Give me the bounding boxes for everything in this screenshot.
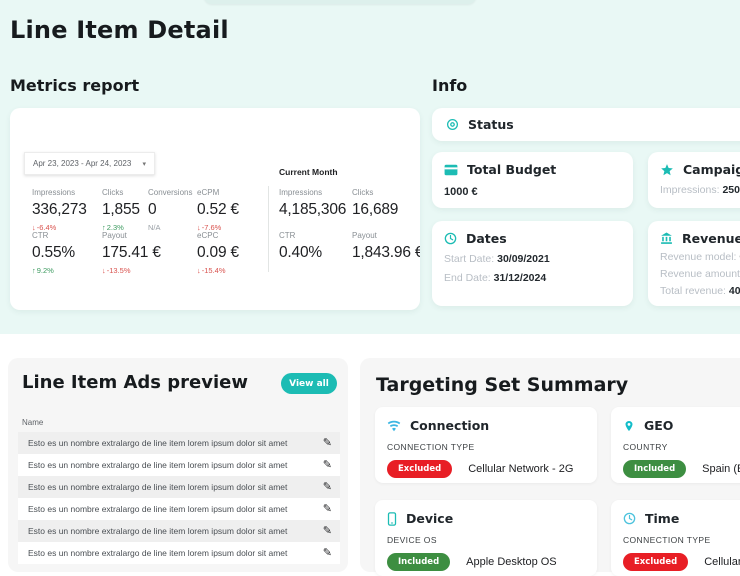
edit-icon[interactable]: ✎ — [323, 459, 332, 471]
campaign-goal-label: Impressions: — [660, 184, 723, 196]
time-title: Time — [645, 511, 680, 526]
stat-impressions: Impressions 336,273 ↓-6.4% — [32, 188, 87, 232]
clock-icon — [623, 512, 636, 525]
end-date-label: End Date: — [444, 272, 494, 284]
total-budget-title: Total Budget — [467, 162, 557, 177]
current-month-impressions: Impressions 4,185,306 — [279, 188, 347, 218]
line-item-row: Esto es un nombre extralargo de line ite… — [18, 498, 340, 520]
name-column-header: Name — [22, 418, 44, 427]
stat-payout: Payout 175.41 € ↓-13.5% — [102, 231, 161, 275]
targeting-card-connection: Connection CONNECTION TYPE Excluded Cell… — [375, 407, 597, 483]
total-budget-value: 1000 € — [444, 186, 478, 198]
phone-icon — [387, 511, 397, 526]
top-edge-cutoff-element — [204, 0, 476, 4]
total-revenue-label: Total revenue: — [660, 285, 729, 297]
start-date-value: 30/09/2021 — [497, 253, 550, 265]
current-month-label: Current Month — [279, 167, 338, 177]
geo-value: Spain (ES) — [702, 463, 740, 475]
line-item-row: Esto es un nombre extralargo de line ite… — [18, 476, 340, 498]
edit-icon[interactable]: ✎ — [323, 503, 332, 515]
line-item-row: Esto es un nombre extralargo de line ite… — [18, 542, 340, 564]
revenue-amount-label: Revenue amount: — [660, 268, 740, 280]
time-field-label: CONNECTION TYPE — [623, 535, 711, 545]
campaign-goal-card: Campaign goal Impressions: 250.000.000 — [648, 152, 740, 208]
edit-icon[interactable]: ✎ — [323, 525, 332, 537]
top-section: Line Item Detail Metrics report Info Apr… — [0, 0, 740, 334]
geo-title: GEO — [644, 418, 674, 433]
total-budget-card: Total Budget 1000 € — [432, 152, 633, 208]
targeting-card-device: Device DEVICE OS Included Apple Desktop … — [375, 500, 597, 576]
metrics-report-card: Apr 23, 2023 - Apr 24, 2023 ▾ Impression… — [10, 108, 420, 310]
stat-ecpc: eCPC 0.09 € ↓-15.4% — [197, 231, 239, 275]
star-icon — [661, 163, 673, 175]
current-month-clicks: Clicks 16,689 — [352, 188, 399, 218]
targeting-summary-card: Targeting Set Summary Connection CONNECT… — [360, 358, 740, 576]
revenue-model-label: Revenue model: — [660, 251, 740, 263]
map-pin-icon — [625, 420, 633, 431]
chevron-down-icon: ▾ — [142, 160, 146, 168]
stat-conversions: Conversions 0 N/A — [148, 188, 193, 232]
status-icon — [446, 118, 459, 131]
clock-icon — [444, 232, 457, 245]
current-month-ctr: CTR 0.40% — [279, 231, 322, 261]
down-arrow-icon: ↓ — [102, 266, 106, 275]
stat-clicks: Clicks 1,855 ↑2.3% — [102, 188, 140, 232]
device-field-label: DEVICE OS — [387, 535, 437, 545]
down-arrow-icon: ↓ — [197, 266, 201, 275]
start-date-label: Start Date: — [444, 253, 498, 265]
targeting-summary-title: Targeting Set Summary — [376, 374, 629, 396]
device-title: Device — [406, 511, 454, 526]
up-arrow-icon: ↑ — [32, 266, 36, 275]
line-item-row: Esto es un nombre extralargo de line ite… — [18, 454, 340, 476]
targeting-card-time: Time CONNECTION TYPE Excluded Cellular N… — [611, 500, 740, 576]
excluded-badge: Excluded — [623, 553, 689, 571]
metrics-section-title: Metrics report — [10, 76, 140, 95]
connection-value: Cellular Network - 2G — [468, 463, 574, 475]
line-item-row: Esto es un nombre extralargo de line ite… — [18, 432, 340, 454]
budget-icon — [444, 164, 458, 175]
info-section-title: Info — [432, 76, 468, 95]
stat-ecpm: eCPM 0.52 € ↓-7.6% — [197, 188, 239, 232]
dates-title: Dates — [466, 231, 507, 246]
wifi-icon — [387, 420, 401, 431]
ads-preview-title: Line Item Ads preview — [22, 372, 248, 393]
end-date-value: 31/12/2024 — [493, 272, 547, 284]
campaign-goal-title: Campaign goal — [683, 162, 740, 177]
vertical-divider — [268, 186, 269, 272]
line-item-row: Esto es un nombre extralargo de line ite… — [18, 520, 340, 542]
ads-preview-card: Line Item Ads preview View all Name Esto… — [8, 358, 348, 572]
current-month-payout: Payout 1,843.96 € — [352, 231, 420, 261]
date-range-select[interactable]: Apr 23, 2023 - Apr 24, 2023 ▾ — [24, 152, 155, 175]
campaign-goal-value: 250.000.000 — [722, 184, 740, 196]
time-value: Cellular Network - 2G — [704, 556, 740, 568]
status-card: Status — [432, 108, 740, 141]
view-all-button[interactable]: View all — [281, 373, 337, 394]
bank-icon — [661, 232, 672, 244]
device-value: Apple Desktop OS — [466, 556, 557, 568]
connection-field-label: CONNECTION TYPE — [387, 442, 475, 452]
bottom-section: Line Item Ads preview View all Name Esto… — [0, 334, 740, 576]
revenue-card: Revenue Revenue model: CPM Revenue amoun… — [648, 221, 740, 306]
edit-icon[interactable]: ✎ — [323, 481, 332, 493]
stat-ctr: CTR 0.55% ↑9.2% — [32, 231, 75, 275]
date-range-value: Apr 23, 2023 - Apr 24, 2023 — [33, 159, 132, 168]
connection-title: Connection — [410, 418, 490, 433]
included-badge: Included — [623, 460, 687, 478]
status-label: Status — [468, 117, 514, 132]
geo-field-label: COUNTRY — [623, 442, 668, 452]
revenue-title: Revenue — [682, 231, 740, 246]
included-badge: Included — [387, 553, 451, 571]
edit-icon[interactable]: ✎ — [323, 437, 332, 449]
targeting-card-geo: GEO COUNTRY Included Spain (ES) — [611, 407, 740, 483]
edit-icon[interactable]: ✎ — [323, 547, 332, 559]
excluded-badge: Excluded — [387, 460, 453, 478]
total-revenue-value: 400 € — [728, 285, 740, 297]
dates-card: Dates Start Date: 30/09/2021 End Date: 3… — [432, 221, 633, 306]
page-title: Line Item Detail — [10, 16, 229, 44]
